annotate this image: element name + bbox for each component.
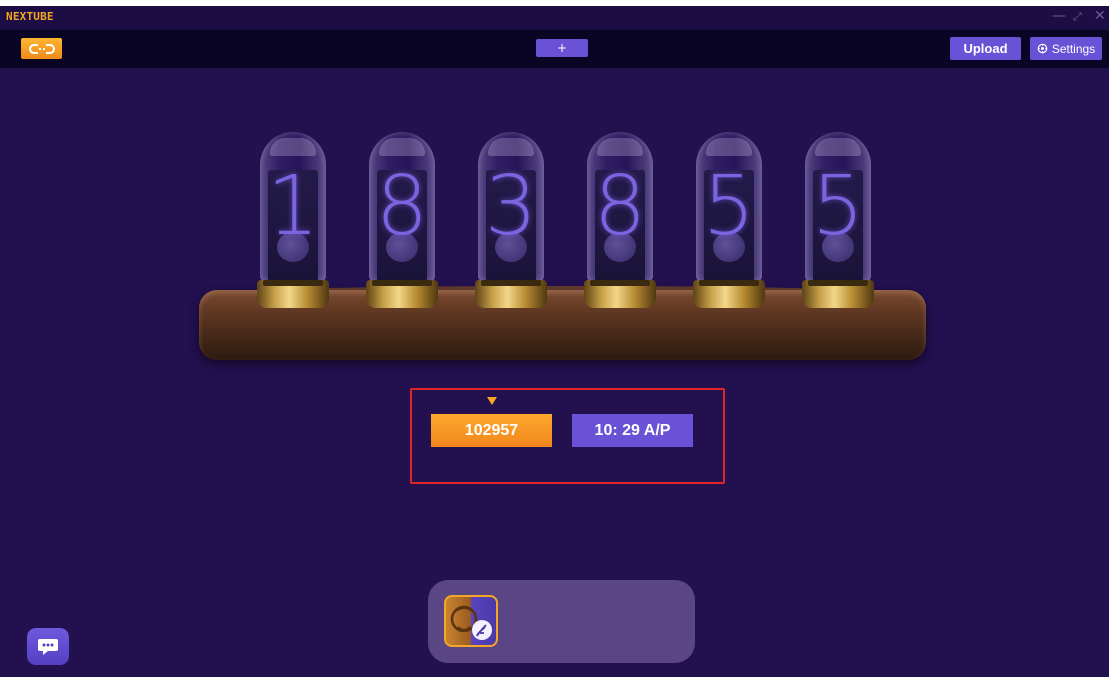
nextube-app-icon[interactable] [444, 595, 498, 647]
nixie-tube-6: 5 [802, 132, 874, 308]
tube-digit: 1 [266, 159, 320, 254]
app-dock [428, 580, 695, 663]
app-icon-art [450, 605, 492, 640]
tube-cap [488, 138, 534, 156]
brass-ring [372, 280, 432, 286]
gear-icon [1037, 43, 1048, 54]
tube-cap [706, 138, 752, 156]
selected-indicator-icon [487, 397, 497, 405]
tube-digit: 5 [702, 159, 756, 254]
add-button[interactable]: + [536, 39, 588, 57]
link-button[interactable] [21, 38, 62, 59]
brass-ring [808, 280, 868, 286]
nixie-tube-3: 3 [475, 132, 547, 308]
nixie-tube-2: 8 [366, 132, 438, 308]
nixie-clock: 1 8 3 8 5 5 [199, 126, 926, 366]
link-icon [28, 43, 55, 54]
display-mode-clock-button[interactable]: 10: 29 A/P [572, 414, 693, 447]
tube-digit: 8 [375, 159, 429, 254]
tube-digit: 5 [811, 159, 865, 254]
chat-icon [38, 638, 58, 655]
nixie-tube-1: 1 [257, 132, 329, 308]
brass-ring [481, 280, 541, 286]
app-window: NEXTUBE — ⤢ ✕ + Upload Settings 1 8 3 8 … [0, 6, 1109, 677]
tube-cap [815, 138, 861, 156]
tube-cap [597, 138, 643, 156]
brass-ring [699, 280, 759, 286]
restore-icon[interactable]: ⤢ [1073, 10, 1082, 24]
minimize-icon[interactable]: — [1052, 8, 1066, 24]
tube-digit: 8 [593, 159, 647, 254]
app-logo: NEXTUBE [6, 10, 54, 23]
tube-cap [270, 138, 316, 156]
tube-digit: 3 [484, 159, 538, 254]
brass-ring [590, 280, 650, 286]
chat-button[interactable] [27, 628, 69, 665]
display-mode-counter-button[interactable]: 102957 [431, 414, 552, 447]
brass-ring [263, 280, 323, 286]
title-bar: NEXTUBE — ⤢ ✕ [0, 6, 1109, 30]
toolbar: + Upload Settings [0, 30, 1109, 68]
nixie-tube-5: 5 [693, 132, 765, 308]
settings-button[interactable]: Settings [1030, 37, 1102, 60]
close-icon[interactable]: ✕ [1094, 8, 1106, 24]
nixie-tube-4: 8 [584, 132, 656, 308]
upload-button[interactable]: Upload [950, 37, 1021, 60]
settings-label: Settings [1051, 41, 1096, 56]
tube-cap [379, 138, 425, 156]
